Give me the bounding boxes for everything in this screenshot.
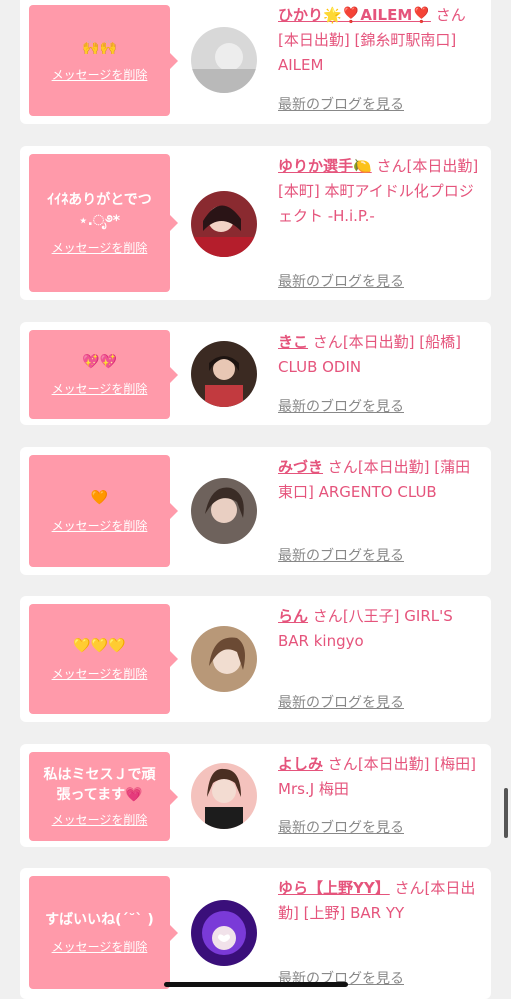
cast-details: [本日出勤] [錦糸町駅南口] AILEM (278, 31, 457, 74)
cast-info: みづき さん[本日出勤] [蒲田東口] ARGENTO CLUB (278, 455, 483, 505)
delete-message-link[interactable]: メッセージを削除 (52, 517, 148, 534)
cast-info: ゆら【上野YY】 さん[本日出勤] [上野] BAR YY (278, 876, 483, 926)
honorific: さん (376, 157, 407, 175)
message-card: ｲｲﾈありがとでつ⋆.ೃ࿔* メッセージを削除 ゆりか選手🍋 さん[本日出勤] … (20, 146, 491, 300)
delete-message-link[interactable]: メッセージを削除 (52, 811, 148, 828)
cast-info: らん さん[八王子] GIRL'S BAR kingyo (278, 604, 483, 654)
home-indicator[interactable] (164, 982, 348, 987)
message-card: 💖💖 メッセージを削除 きこ さん[本日出勤] [船橋] CLUB ODIN 最… (20, 322, 491, 425)
delete-message-link[interactable]: メッセージを削除 (52, 380, 148, 397)
message-text: すばいいね(ˊ˘ˋ ) (45, 911, 154, 928)
message-bubble: 💛💛💛 メッセージを削除 (29, 604, 178, 714)
message-text: 💛💛💛 (73, 638, 126, 655)
latest-blog-link[interactable]: 最新のブログを見る (278, 94, 404, 114)
cast-info: ゆりか選手🍋 さん[本日出勤] [本町] 本町アイドル化プロジェクト -H.i.… (278, 154, 483, 229)
message-text: 🙌🙌 (82, 39, 117, 56)
message-card: すばいいね(ˊ˘ˋ ) メッセージを削除 ゆら【上野YY】 さん[本日出勤] [… (20, 868, 491, 999)
delete-message-link[interactable]: メッセージを削除 (52, 239, 148, 256)
message-text: 私はミセスＪで頑張ってます💗 (43, 766, 156, 803)
cast-name-link[interactable]: よしみ (278, 755, 323, 773)
cast-info: よしみ さん[本日出勤] [梅田] Mrs.J 梅田 (278, 752, 483, 802)
cast-name-link[interactable]: みづき (278, 458, 323, 476)
avatar[interactable] (191, 478, 257, 544)
honorific: さん (327, 458, 358, 476)
honorific: さん (327, 755, 358, 773)
latest-blog-link[interactable]: 最新のブログを見る (278, 817, 404, 837)
latest-blog-link[interactable]: 最新のブログを見る (278, 396, 404, 416)
delete-message-link[interactable]: メッセージを削除 (52, 665, 148, 682)
message-card: 私はミセスＪで頑張ってます💗 メッセージを削除 よしみ さん[本日出勤] [梅田… (20, 744, 491, 847)
message-text: ｲｲﾈありがとでつ⋆.ೃ࿔* (47, 192, 152, 229)
scrollbar[interactable] (504, 788, 508, 838)
avatar[interactable] (191, 191, 257, 257)
message-bubble: ｲｲﾈありがとでつ⋆.ೃ࿔* メッセージを削除 (29, 154, 178, 292)
latest-blog-link[interactable]: 最新のブログを見る (278, 271, 404, 291)
latest-blog-link[interactable]: 最新のブログを見る (278, 692, 404, 712)
cast-name-link[interactable]: ゆら【上野YY】 (278, 879, 390, 897)
cast-name-link[interactable]: ゆりか選手🍋 (278, 157, 372, 175)
avatar[interactable] (191, 626, 257, 692)
message-bubble: 🙌🙌 メッセージを削除 (29, 5, 178, 116)
latest-blog-link[interactable]: 最新のブログを見る (278, 545, 404, 565)
cast-info: ひかり🌟❣️AILEM❣️ さん [本日出勤] [錦糸町駅南口] AILEM (278, 3, 483, 78)
honorific: さん (312, 333, 343, 351)
cast-info: きこ さん[本日出勤] [船橋] CLUB ODIN (278, 330, 483, 380)
cast-name-link[interactable]: ひかり🌟❣️AILEM❣️ (278, 6, 431, 24)
message-bubble: 私はミセスＪで頑張ってます💗 メッセージを削除 (29, 752, 178, 841)
avatar[interactable] (191, 341, 257, 407)
avatar[interactable] (191, 27, 257, 93)
honorific: さん (435, 6, 466, 24)
delete-message-link[interactable]: メッセージを削除 (52, 938, 148, 955)
message-card: 🧡 メッセージを削除 みづき さん[本日出勤] [蒲田東口] ARGENTO C… (20, 447, 491, 575)
avatar[interactable] (191, 763, 257, 829)
honorific: さん (312, 607, 343, 625)
message-bubble: 🧡 メッセージを削除 (29, 455, 178, 567)
delete-message-link[interactable]: メッセージを削除 (52, 66, 148, 83)
message-card: 🙌🙌 メッセージを削除 ひかり🌟❣️AILEM❣️ さん [本日出勤] [錦糸町駅… (20, 0, 491, 124)
message-text: 🧡 (90, 490, 109, 507)
avatar[interactable] (191, 900, 257, 966)
message-bubble: すばいいね(ˊ˘ˋ ) メッセージを削除 (29, 876, 178, 989)
message-text: 💖💖 (82, 353, 117, 370)
cast-name-link[interactable]: きこ (278, 333, 308, 351)
honorific: さん (394, 879, 425, 897)
cast-name-link[interactable]: らん (278, 607, 308, 625)
message-card: 💛💛💛 メッセージを削除 らん さん[八王子] GIRL'S BAR kingy… (20, 596, 491, 722)
message-bubble: 💖💖 メッセージを削除 (29, 330, 178, 419)
